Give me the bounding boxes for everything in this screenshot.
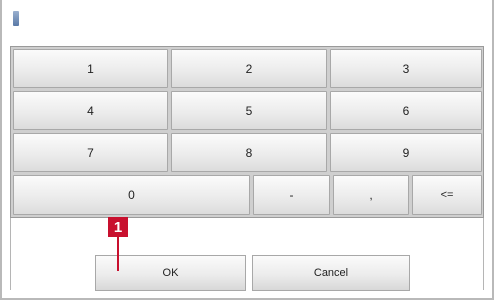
- key-0[interactable]: 0: [13, 175, 250, 215]
- keypad-grid: 1 2 3 4 5 6 7 8 9 0 - , <=: [10, 46, 484, 218]
- callout-pointer-line: [117, 237, 119, 271]
- key-comma[interactable]: ,: [333, 175, 409, 215]
- callout-badge: 1: [108, 217, 128, 237]
- cancel-button[interactable]: Cancel: [252, 255, 410, 291]
- dialog-button-area: [10, 218, 484, 290]
- backspace-button[interactable]: <=: [412, 175, 482, 215]
- input-display[interactable]: [2, 0, 492, 38]
- key-9[interactable]: 9: [330, 133, 482, 172]
- key-7[interactable]: 7: [13, 133, 168, 172]
- key-3[interactable]: 3: [330, 49, 482, 88]
- key-5[interactable]: 5: [171, 91, 327, 130]
- key-4[interactable]: 4: [13, 91, 168, 130]
- text-cursor-icon: [13, 11, 19, 26]
- key-6[interactable]: 6: [330, 91, 482, 130]
- key-8[interactable]: 8: [171, 133, 327, 172]
- key-1[interactable]: 1: [13, 49, 168, 88]
- key-minus[interactable]: -: [253, 175, 330, 215]
- key-2[interactable]: 2: [171, 49, 327, 88]
